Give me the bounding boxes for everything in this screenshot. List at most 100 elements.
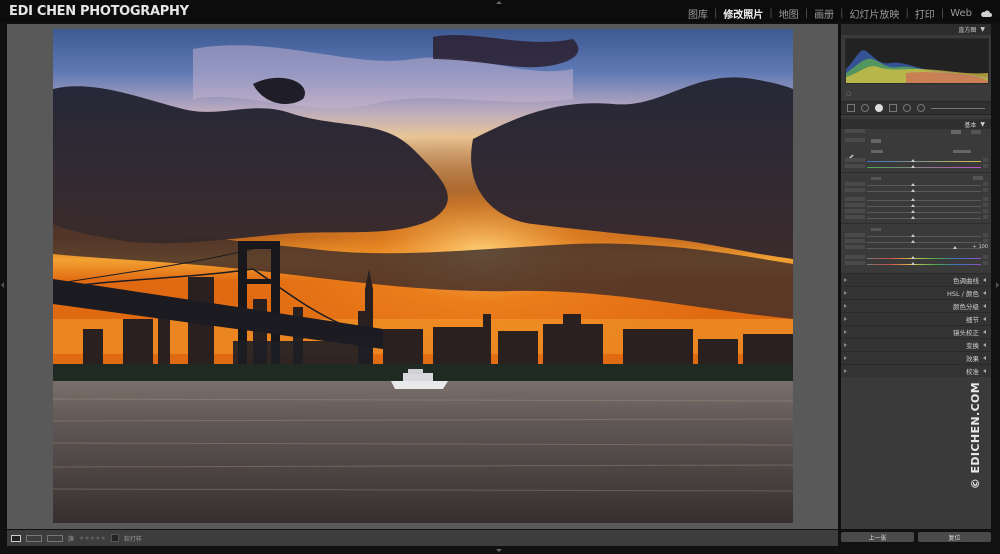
histogram-header[interactable]: 直方图 ▼: [841, 24, 991, 35]
brush-icon[interactable]: [917, 104, 925, 112]
bw-option[interactable]: [971, 130, 981, 134]
slider-knob[interactable]: [911, 183, 915, 186]
module-map[interactable]: 地图: [777, 6, 801, 21]
star-rating[interactable]: ★★★★★: [79, 535, 106, 542]
section-effects[interactable]: 效果: [841, 351, 991, 364]
slider-knob[interactable]: [911, 198, 915, 201]
slider-track[interactable]: [867, 264, 981, 265]
tint-slider[interactable]: [841, 164, 991, 170]
panel-buttons: 上一张 复位: [841, 532, 991, 544]
graduated-filter-icon[interactable]: [889, 104, 897, 112]
slider-track[interactable]: [867, 185, 981, 186]
module-print[interactable]: 打印: [913, 6, 937, 21]
module-develop[interactable]: 修改照片: [721, 6, 765, 21]
soft-proof-checkbox[interactable]: [110, 534, 119, 542]
survey-view-icon[interactable]: [47, 534, 63, 542]
image-viewer[interactable]: [7, 24, 838, 529]
section-color-grading[interactable]: 颜色分级: [841, 299, 991, 312]
histogram[interactable]: [845, 38, 989, 84]
slider-knob[interactable]: [911, 189, 915, 192]
before-after-view-icon[interactable]: [26, 534, 42, 542]
row-label: [845, 245, 865, 249]
module-web[interactable]: Web: [948, 8, 974, 19]
slider-knob[interactable]: [911, 210, 915, 213]
expand-icon[interactable]: [844, 291, 847, 295]
previous-button[interactable]: 上一张: [841, 532, 914, 542]
module-library[interactable]: 图库: [686, 6, 710, 21]
slider-track[interactable]: [867, 167, 981, 168]
slider-knob[interactable]: [911, 165, 915, 168]
eyedropper-icon[interactable]: [846, 147, 855, 162]
brand-identity-plate: EDI CHEN PHOTOGRAPHY: [9, 4, 189, 19]
saturation-slider[interactable]: [841, 261, 991, 267]
slider-knob[interactable]: [911, 240, 915, 243]
expand-icon[interactable]: [844, 317, 847, 321]
dehaze-slider[interactable]: + 100: [841, 244, 991, 252]
slider-track[interactable]: [867, 212, 981, 213]
section-label: HSL / 颜色: [947, 290, 979, 298]
slider-track[interactable]: [867, 248, 981, 249]
spot-removal-icon[interactable]: [861, 104, 869, 112]
slider-knob[interactable]: [911, 234, 915, 237]
slider-track[interactable]: [867, 191, 981, 192]
profile-value[interactable]: [871, 139, 881, 143]
wb-label: [871, 150, 883, 153]
bottom-panel-toggle-icon[interactable]: [496, 549, 502, 552]
top-panel-toggle-icon[interactable]: [496, 1, 502, 4]
crop-icon[interactable]: [847, 104, 855, 112]
slider-knob[interactable]: [911, 159, 915, 162]
left-panel-toggle-icon[interactable]: [1, 282, 4, 288]
slider-track[interactable]: [867, 236, 981, 237]
collapse-icon[interactable]: ▼: [980, 121, 985, 128]
slider-track[interactable]: [867, 258, 981, 259]
photo-preview[interactable]: [53, 29, 793, 523]
basic-header[interactable]: 基本 ▼: [841, 119, 991, 129]
section-tone-curve[interactable]: 色调曲线: [841, 273, 991, 286]
auto-button[interactable]: [973, 176, 983, 180]
section-transform[interactable]: 变换: [841, 338, 991, 351]
reset-button[interactable]: 复位: [918, 532, 991, 542]
cloud-icon[interactable]: [980, 9, 992, 19]
expand-icon[interactable]: [844, 330, 847, 334]
develop-toolbar: 旗 ★★★★★ 软打样: [7, 530, 838, 546]
section-hsl[interactable]: HSL / 颜色: [841, 286, 991, 299]
slider-knob[interactable]: [911, 262, 915, 265]
row-label: [845, 215, 865, 219]
red-eye-icon[interactable]: [875, 104, 883, 112]
profile-row[interactable]: [841, 138, 991, 147]
radial-filter-icon[interactable]: [903, 104, 911, 112]
color-option[interactable]: [951, 130, 961, 134]
info-placeholder: ·: [897, 85, 899, 90]
slider-knob[interactable]: [911, 216, 915, 219]
expand-icon[interactable]: [844, 369, 847, 373]
expand-icon[interactable]: [844, 278, 847, 282]
module-book[interactable]: 画册: [812, 6, 836, 21]
slider-knob[interactable]: [953, 246, 957, 249]
tool-slider[interactable]: [931, 107, 985, 109]
module-slideshow[interactable]: 幻灯片放映: [847, 6, 901, 21]
contrast-slider[interactable]: [841, 188, 991, 194]
expand-icon[interactable]: [844, 356, 847, 360]
wb-value[interactable]: [953, 150, 971, 153]
treatment-row[interactable]: [841, 129, 991, 138]
flag-label[interactable]: 旗: [68, 534, 74, 543]
slider-track[interactable]: [867, 242, 981, 243]
section-label: 颜色分级: [953, 303, 979, 311]
slider-knob[interactable]: [911, 256, 915, 259]
collapse-icon[interactable]: ▼: [980, 26, 985, 33]
section-detail[interactable]: 细节: [841, 312, 991, 325]
wb-row[interactable]: [841, 147, 991, 162]
loupe-view-icon[interactable]: [11, 534, 21, 542]
right-panel-toggle-icon[interactable]: [996, 282, 999, 288]
slider-track[interactable]: [867, 206, 981, 207]
section-lens-corrections[interactable]: 镜头校正: [841, 325, 991, 338]
slider-track[interactable]: [867, 161, 981, 162]
module-separator: |: [713, 8, 718, 19]
slider-knob[interactable]: [911, 204, 915, 207]
row-label: [845, 203, 865, 207]
slider-track[interactable]: [867, 218, 981, 219]
slider-track[interactable]: [867, 200, 981, 201]
expand-icon[interactable]: [844, 343, 847, 347]
blacks-slider[interactable]: [841, 215, 991, 221]
expand-icon[interactable]: [844, 304, 847, 308]
